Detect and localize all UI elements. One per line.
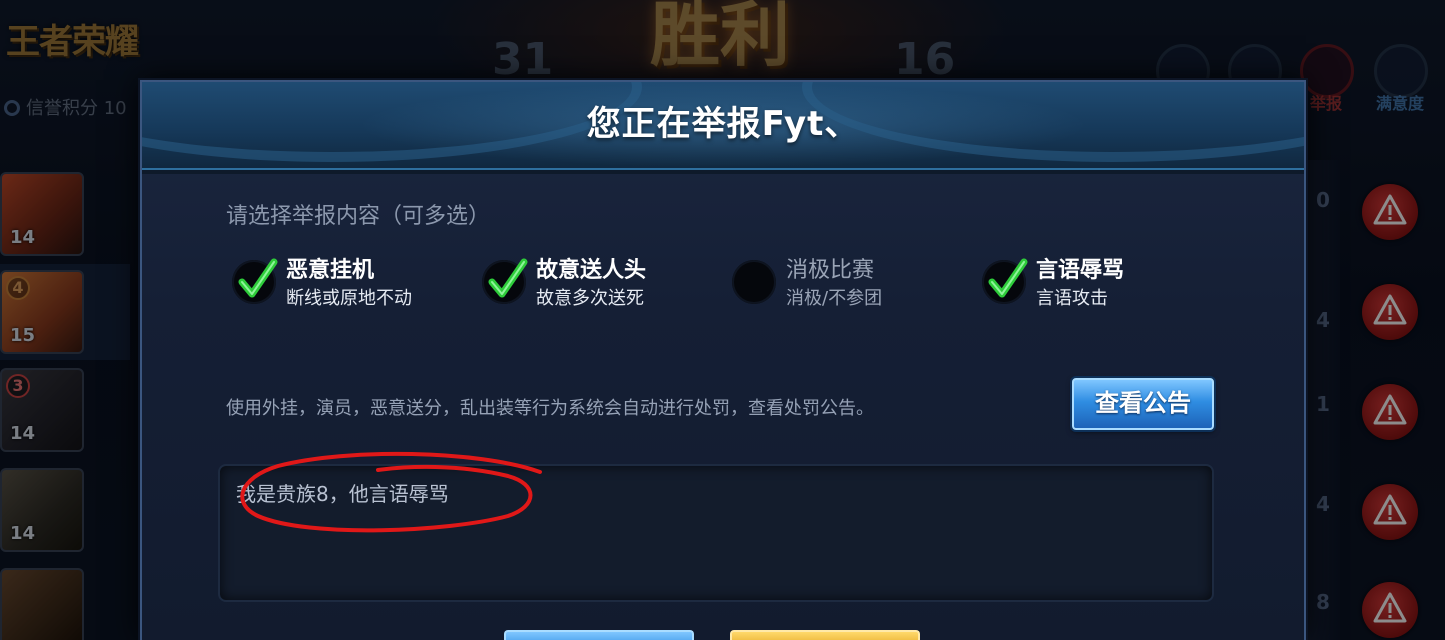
header-divider [142, 170, 1304, 174]
option-desc: 故意多次送死 [536, 288, 644, 309]
report-prompt: 请选择举报内容（可多选） [226, 204, 491, 229]
checkbox[interactable] [732, 260, 776, 304]
checkbox[interactable] [982, 258, 1028, 304]
report-comment-input[interactable]: 我是贵族8，他言语辱骂 [218, 464, 1214, 602]
report-comment-value: 我是贵族8，他言语辱骂 [236, 482, 449, 506]
option-feeding[interactable]: 故意送人头 故意多次送死 [482, 252, 702, 312]
option-desc: 言语攻击 [1036, 288, 1108, 309]
option-title: 故意送人头 [536, 258, 647, 283]
dialog-header: 您正在举报Fyt、 [142, 82, 1304, 170]
confirm-button[interactable] [504, 630, 694, 640]
check-icon [488, 258, 528, 298]
penalty-notice: 使用外挂，演员，恶意送分，乱出装等行为系统会自动进行处罚，查看处罚公告。 [226, 398, 874, 419]
cancel-button[interactable] [730, 630, 920, 640]
option-desc: 消极/不参团 [786, 288, 883, 309]
option-title: 言语辱骂 [1036, 258, 1125, 283]
check-icon [988, 258, 1028, 298]
checkbox[interactable] [482, 258, 528, 304]
option-afk[interactable]: 恶意挂机 断线或原地不动 [232, 252, 452, 312]
view-announcement-button[interactable]: 查看公告 [1072, 378, 1214, 430]
dialog-title: 您正在举报Fyt、 [586, 104, 860, 144]
check-icon [238, 258, 278, 298]
option-verbal-abuse[interactable]: 言语辱骂 言语攻击 [982, 252, 1202, 312]
option-negative-play[interactable]: 消极比赛 消极/不参团 [732, 252, 952, 312]
option-title: 恶意挂机 [286, 258, 375, 283]
report-dialog: 您正在举报Fyt、 请选择举报内容（可多选） 恶意挂机 断线或原地不动 故意送人… [140, 80, 1306, 640]
checkbox[interactable] [232, 258, 278, 304]
option-desc: 断线或原地不动 [286, 288, 412, 309]
option-title: 消极比赛 [786, 258, 875, 283]
